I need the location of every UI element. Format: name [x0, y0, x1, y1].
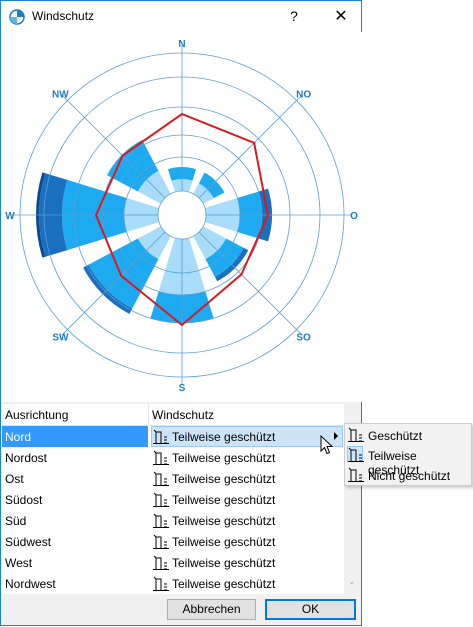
orientation-cell: Nord [5, 430, 32, 444]
menu-item[interactable]: Teilweise geschützt [345, 445, 471, 477]
windschutz-value: Teilweise geschützt [172, 535, 276, 549]
table-row[interactable]: Nord Teilweise geschützt [2, 426, 344, 447]
table-row[interactable]: Südost Teilweise geschützt [2, 489, 344, 510]
orientation-cell: Ost [5, 472, 24, 486]
unprotected-icon [348, 467, 364, 482]
grid-spoke [61, 231, 166, 336]
scroll-down-icon[interactable]: ⌄ [348, 576, 356, 587]
menu-item-label: Nicht geschützt [368, 469, 451, 483]
direction-label: SO [296, 333, 311, 344]
direction-label: NW [52, 89, 69, 100]
windschutz-dialog: Windschutz ? ✕ N NO O SO S SW W NW Ausrichtung … [0, 0, 362, 626]
orientation-cell: Süd [5, 514, 27, 528]
table-row[interactable]: Nordost Teilweise geschützt [2, 447, 344, 468]
mouse-cursor-icon [320, 435, 334, 455]
column-header-orientation[interactable]: Ausrichtung [5, 408, 68, 422]
wind-rose-chart: N NO O SO S SW W NW [5, 39, 358, 394]
grid-spoke [61, 94, 166, 199]
direction-label: SW [52, 333, 69, 344]
partially-protected-icon [153, 555, 169, 570]
submenu-arrow-icon[interactable] [334, 432, 338, 440]
direction-label: W [5, 211, 15, 222]
table-row[interactable]: West Teilweise geschützt [2, 552, 344, 573]
column-header-windschutz[interactable]: Windschutz [152, 408, 214, 422]
table-header: Ausrichtung Windschutz [2, 404, 344, 426]
direction-label: S [179, 383, 186, 394]
windschutz-value: Teilweise geschützt [172, 556, 276, 570]
orientation-cell: Nordost [5, 451, 48, 465]
grid-spoke [198, 231, 303, 336]
protected-icon [348, 427, 364, 442]
windschutz-cell[interactable]: Teilweise geschützt [151, 468, 343, 489]
direction-label: N [178, 39, 185, 50]
windschutz-value: Teilweise geschützt [172, 493, 276, 507]
app-icon [9, 9, 25, 25]
windschutz-cell[interactable]: Teilweise geschützt [151, 552, 343, 573]
table-row[interactable]: Süd Teilweise geschützt [2, 510, 344, 531]
protection-dropdown-menu: Geschützt Teilweise geschützt Nicht geschü… [344, 423, 472, 486]
cancel-button[interactable]: Abbrechen [167, 599, 256, 620]
partially-protected-icon [153, 450, 169, 465]
windschutz-cell[interactable]: Teilweise geschützt [151, 531, 343, 552]
menu-item[interactable]: Geschützt [345, 425, 471, 445]
partially-protected-icon [153, 492, 169, 507]
grid-spoke [198, 94, 303, 199]
rose-hub [159, 192, 205, 238]
selected-cell[interactable]: Nord [2, 426, 148, 447]
orientation-table: Ausrichtung Windschutz Nord Teilweise ges… [2, 404, 344, 594]
partially-protected-icon [153, 576, 169, 591]
orientation-cell: Südost [5, 493, 43, 507]
windschutz-value: Teilweise geschützt [172, 472, 276, 486]
menu-item-label: Geschützt [368, 429, 423, 443]
ok-button[interactable]: OK [265, 599, 356, 620]
windschutz-value: Teilweise geschützt [172, 514, 276, 528]
windschutz-cell[interactable]: Teilweise geschützt [151, 447, 343, 468]
direction-label: NO [296, 89, 311, 100]
header-divider [148, 404, 149, 425]
windschutz-cell[interactable]: Teilweise geschützt [151, 510, 343, 531]
menu-item[interactable]: Nicht geschützt [345, 465, 471, 485]
windschutz-value: Teilweise geschützt [172, 430, 276, 444]
table-row[interactable]: Nordwest Teilweise geschützt [2, 573, 344, 594]
orientation-cell: West [5, 556, 33, 570]
partially-protected-icon [153, 534, 169, 549]
window-title: Windschutz [32, 9, 95, 23]
help-button[interactable]: ? [277, 1, 311, 32]
windschutz-cell[interactable]: Teilweise geschützt [151, 573, 343, 594]
windschutz-value: Teilweise geschützt [172, 577, 276, 591]
table-row[interactable]: Südwest Teilweise geschützt [2, 531, 344, 552]
close-button[interactable]: ✕ [321, 1, 361, 32]
title-bar: Windschutz ? ✕ [1, 1, 361, 32]
direction-label: O [350, 211, 358, 222]
windschutz-cell[interactable]: Teilweise geschützt [151, 489, 343, 510]
windschutz-cell[interactable]: Teilweise geschützt [151, 426, 343, 447]
partially-protected-icon [153, 471, 169, 486]
partially-protected-icon [348, 447, 364, 462]
orientation-cell: Südwest [5, 535, 52, 549]
partially-protected-icon [153, 429, 169, 444]
windschutz-value: Teilweise geschützt [172, 451, 276, 465]
partially-protected-icon [153, 513, 169, 528]
table-row[interactable]: Ost Teilweise geschützt [2, 468, 344, 489]
orientation-cell: Nordwest [5, 577, 56, 591]
wind-rose-panel: N NO O SO S SW W NW [2, 32, 362, 402]
